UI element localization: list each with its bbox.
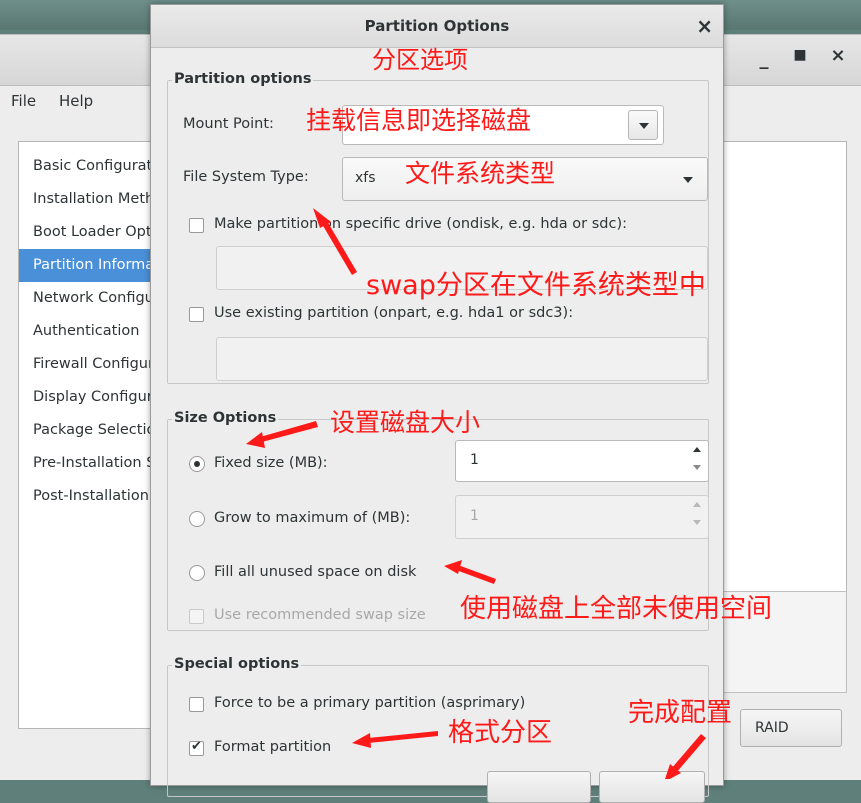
annotation-size: 设置磁盘大小	[330, 408, 481, 437]
fill-arrowhead	[444, 560, 462, 574]
format-arrowhead	[352, 733, 371, 748]
done-arrow	[671, 734, 706, 773]
annotation-swap: swap分区在文件系统类型中	[366, 270, 706, 301]
annotation-fs: 文件系统类型	[405, 159, 556, 188]
size-arrow	[260, 421, 318, 442]
annotation-fill: 使用磁盘上全部未使用空间	[460, 594, 773, 624]
annotation-format: 格式分区	[448, 718, 553, 748]
fill-arrow	[456, 565, 496, 584]
size-arrowhead	[246, 432, 265, 448]
annotation-title: 分区选项	[372, 46, 468, 74]
format-arrow	[368, 731, 438, 743]
annotation-mount: 挂载信息即选择磁盘	[306, 106, 532, 135]
annotation-done: 完成配置	[628, 698, 733, 728]
